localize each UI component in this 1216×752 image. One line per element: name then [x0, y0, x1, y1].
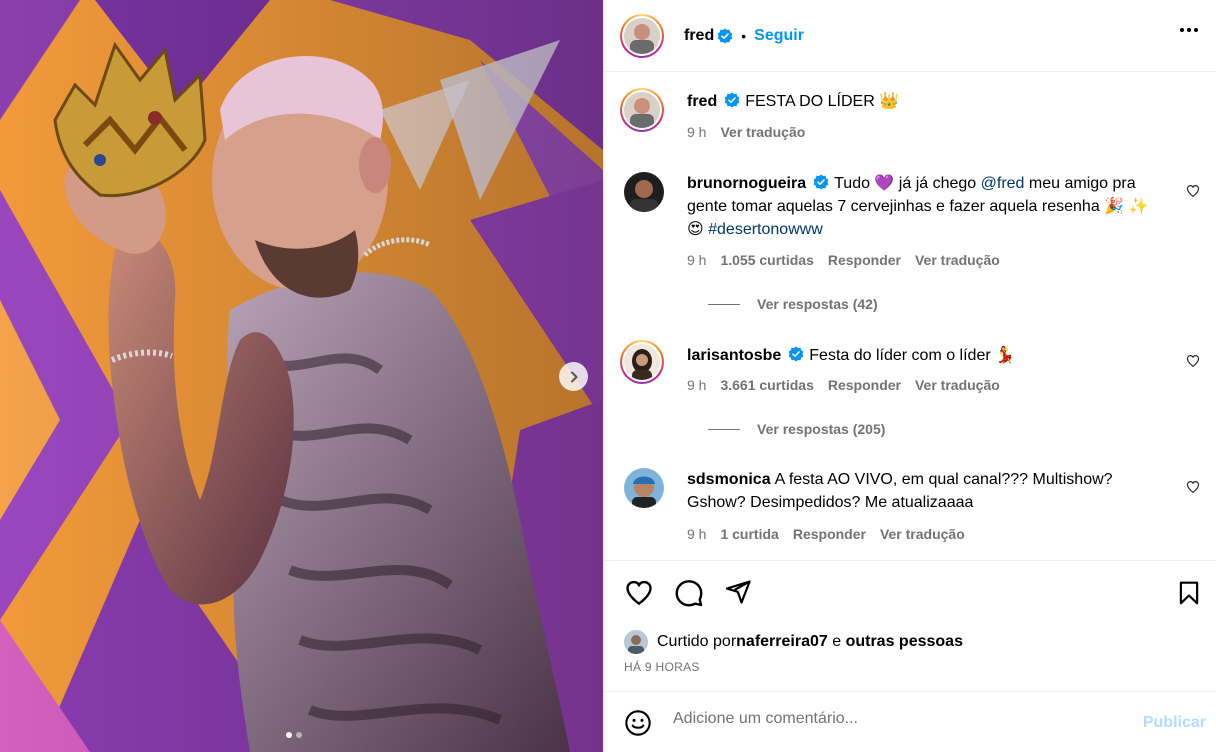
- reply-link[interactable]: Responder: [828, 377, 901, 393]
- translate-link[interactable]: Ver tradução: [915, 377, 1000, 393]
- comment-meta: 9 h 1.055 curtidas Responder Ver traduçã…: [687, 252, 1000, 268]
- chevron-right-icon: [570, 371, 577, 382]
- post-actions: [624, 572, 1204, 612]
- carousel-indicator: [286, 732, 302, 738]
- liked-by-user[interactable]: naferreira07: [736, 633, 828, 651]
- view-replies-label: Ver respostas (42): [757, 296, 878, 312]
- post-photo: [0, 0, 603, 752]
- reply-link[interactable]: Responder: [793, 526, 866, 542]
- comment-text: larisantosbe Festa do líder com o líder …: [687, 344, 1160, 367]
- liked-by: Curtido por naferreira07 e outras pessoa…: [624, 630, 963, 654]
- verified-badge-icon: [813, 174, 829, 190]
- caption-username[interactable]: fred: [687, 93, 717, 110]
- verified-badge-icon: [724, 92, 740, 108]
- comment-likes[interactable]: 1.055 curtidas: [720, 252, 813, 268]
- comment-meta: 9 h 3.661 curtidas Responder Ver traduçã…: [687, 377, 1000, 393]
- avatar: [624, 17, 660, 54]
- liked-by-prefix: Curtido por: [657, 633, 737, 650]
- post-timestamp[interactable]: HÁ 9 HORAS: [624, 660, 700, 674]
- caption-body: FESTA DO LÍDER: [745, 93, 875, 110]
- carousel-dot: [296, 732, 302, 738]
- liked-by-others[interactable]: outras pessoas: [846, 633, 963, 651]
- add-comment-bar: Publicar: [604, 691, 1216, 752]
- like-comment-heart-icon[interactable]: [1186, 184, 1200, 198]
- commenter-avatar[interactable]: [620, 340, 664, 384]
- carousel-next-button[interactable]: [559, 362, 588, 391]
- save-bookmark-icon[interactable]: [1176, 578, 1202, 608]
- comment-text: brunornogueira Tudo 💜 já já chego @fred …: [687, 172, 1160, 241]
- comments-list[interactable]: fred FESTA DO LÍDER 👑 9 h Ver tradução b…: [604, 72, 1216, 561]
- view-replies-label: Ver respostas (205): [757, 421, 886, 437]
- more-options-icon[interactable]: [1180, 28, 1198, 32]
- liker-avatar[interactable]: [624, 630, 648, 654]
- comment-username[interactable]: brunornogueira: [687, 175, 806, 192]
- crown-emoji: 👑: [879, 93, 900, 110]
- hashtag-link[interactable]: #desertonowww: [708, 221, 823, 238]
- mention-link[interactable]: @fred: [981, 175, 1025, 192]
- comment-likes[interactable]: 1 curtida: [720, 526, 778, 542]
- caption-meta: 9 h Ver tradução: [687, 124, 805, 140]
- like-heart-icon[interactable]: [624, 578, 654, 608]
- publish-button[interactable]: Publicar: [1143, 714, 1206, 732]
- post-header: fred • Seguir: [604, 0, 1216, 72]
- comment-time: 9 h: [687, 377, 707, 393]
- replies-divider: [708, 428, 740, 430]
- commenter-avatar[interactable]: [624, 468, 664, 508]
- comment-username[interactable]: sdsmonica: [687, 471, 771, 488]
- comment-likes[interactable]: 3.661 curtidas: [720, 377, 813, 393]
- reply-link[interactable]: Responder: [828, 252, 901, 268]
- emoji-smiley-icon[interactable]: [624, 709, 652, 737]
- replies-divider: [708, 303, 740, 305]
- view-replies-button[interactable]: Ver respostas (42): [708, 296, 878, 312]
- avatar: [624, 92, 660, 128]
- follow-button[interactable]: Seguir: [754, 27, 804, 45]
- verified-badge-icon: [717, 28, 733, 43]
- post-media[interactable]: [0, 0, 603, 752]
- caption-avatar[interactable]: [620, 88, 664, 132]
- comment-meta: 9 h 1 curtida Responder Ver tradução: [687, 526, 965, 542]
- like-comment-heart-icon[interactable]: [1186, 354, 1200, 368]
- caption-time: 9 h: [687, 124, 707, 140]
- author-username[interactable]: fred: [684, 27, 714, 45]
- comment-input[interactable]: [673, 710, 1113, 728]
- translate-link[interactable]: Ver tradução: [880, 526, 965, 542]
- caption-text: fred FESTA DO LÍDER 👑: [687, 90, 1160, 113]
- comment-text: sdsmonica A festa AO VIVO, em qual canal?…: [687, 468, 1160, 514]
- verified-badge-icon: [788, 346, 804, 362]
- caption-translate-link[interactable]: Ver tradução: [720, 124, 805, 140]
- translate-link[interactable]: Ver tradução: [915, 252, 1000, 268]
- separator-dot: •: [741, 27, 747, 44]
- comment-body: Tudo 💜 já já chego: [834, 175, 981, 192]
- comment-time: 9 h: [687, 252, 707, 268]
- liked-by-conjunction: e: [827, 633, 846, 650]
- like-comment-heart-icon[interactable]: [1186, 480, 1200, 494]
- carousel-dot-active: [286, 732, 292, 738]
- view-replies-button[interactable]: Ver respostas (205): [708, 421, 885, 437]
- comment-bubble-icon[interactable]: [674, 578, 704, 608]
- avatar: [624, 344, 660, 380]
- comment-time: 9 h: [687, 526, 707, 542]
- comment-username[interactable]: larisantosbe: [687, 347, 781, 364]
- comment-body: Festa do líder com o líder 💃: [809, 347, 1016, 364]
- author-avatar[interactable]: [620, 13, 664, 58]
- share-send-icon[interactable]: [724, 578, 752, 606]
- post-side-panel: fred • Seguir fred FESTA DO LÍDER 👑 9 h …: [603, 0, 1216, 752]
- commenter-avatar[interactable]: [624, 172, 664, 212]
